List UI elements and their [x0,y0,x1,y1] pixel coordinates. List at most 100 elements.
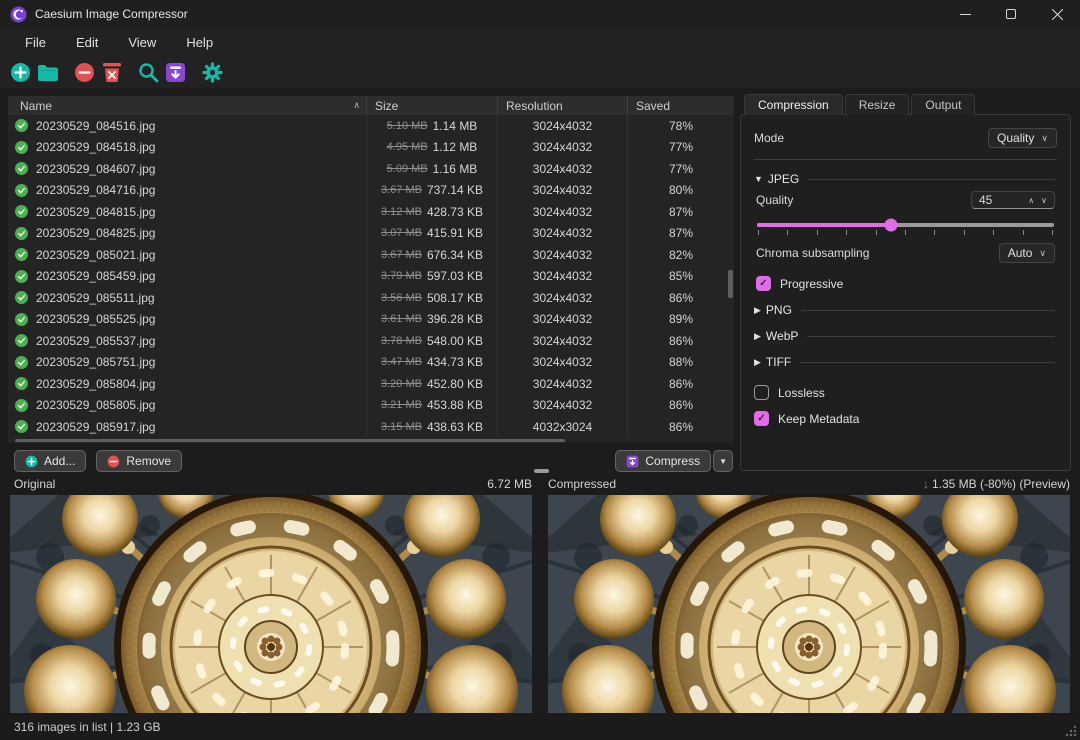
menu-file[interactable]: File [10,30,61,55]
lossless-checkbox[interactable]: ✓ [754,385,769,400]
compressed-file-size: 737.14 KB [427,183,483,197]
remove-button[interactable]: Remove [96,450,182,472]
original-file-size: 3.78 MB [381,335,422,347]
add-folder-button[interactable] [34,60,61,86]
file-saved-percent: 77% [627,158,734,180]
section-webp[interactable]: ▶ WebP [754,329,1057,343]
horizontal-scrollbar[interactable] [15,439,727,442]
settings-button[interactable] [199,60,226,86]
table-row[interactable]: 20230529_085805.jpg3.21 MB453.88 KB3024x… [8,395,734,417]
progressive-option[interactable]: ✓ Progressive [756,276,1055,291]
vertical-scrollbar-thumb[interactable] [728,270,733,298]
horizontal-scrollbar-thumb[interactable] [15,439,565,442]
table-row[interactable]: 20230529_084518.jpg4.95 MB1.12 MB3024x40… [8,137,734,159]
lossless-option[interactable]: ✓ Lossless [754,385,1057,400]
table-row[interactable]: 20230529_085511.jpg3.56 MB508.17 KB3024x… [8,287,734,309]
compressed-file-size: 415.91 KB [427,226,483,240]
table-row[interactable]: 20230529_084516.jpg5.10 MB1.14 MB3024x40… [8,115,734,137]
column-header-size[interactable]: Size [366,96,497,115]
menu-bar: File Edit View Help [0,28,1080,57]
add-files-button[interactable] [7,60,34,86]
preview-header: Original 6.72 MB Compressed ↓1.35 MB (-8… [0,477,1080,492]
menu-view[interactable]: View [113,30,171,55]
tab-compression[interactable]: Compression [744,94,843,115]
file-resolution: 3024x4032 [497,330,627,352]
table-row[interactable]: 20230529_085537.jpg3.78 MB548.00 KB3024x… [8,330,734,352]
section-tiff[interactable]: ▶ TIFF [754,355,1057,369]
progressive-checkbox[interactable]: ✓ [756,276,771,291]
close-button[interactable] [1034,0,1080,28]
section-png[interactable]: ▶ PNG [754,303,1057,317]
compressed-file-size: 452.80 KB [427,377,483,391]
tab-resize[interactable]: Resize [845,94,910,115]
keep-metadata-option[interactable]: ✓ Keep Metadata [754,411,1057,426]
minimize-button[interactable] [942,0,988,28]
table-row[interactable]: 20230529_085917.jpg3.15 MB438.63 KB4032x… [8,416,734,438]
menu-help[interactable]: Help [171,30,228,55]
spin-up-icon[interactable]: ∧ [1028,196,1034,205]
add-files-icon [10,62,31,83]
table-row[interactable]: 20230529_085525.jpg3.61 MB396.28 KB3024x… [8,309,734,331]
chevron-down-icon: ∨ [1039,248,1046,259]
quality-label: Quality [756,193,793,207]
compress-button-toolbar[interactable] [162,60,189,86]
compressed-preview[interactable] [548,495,1070,713]
compress-button-label: Compress [645,454,700,468]
app-window: Caesium Image Compressor File Edit View … [0,0,1080,740]
resize-grip-icon[interactable] [1065,725,1077,737]
original-image [10,495,532,713]
table-row[interactable]: 20230529_084607.jpg5.09 MB1.16 MB3024x40… [8,158,734,180]
table-row[interactable]: 20230529_085751.jpg3.47 MB434.73 KB3024x… [8,352,734,374]
original-preview[interactable] [10,495,532,713]
file-name: 20230529_085021.jpg [36,248,155,262]
add-button[interactable]: Add... [14,450,86,472]
preview-splitter[interactable] [534,469,549,473]
file-resolution: 3024x4032 [497,244,627,266]
column-header-name[interactable]: Name ∧ [8,96,366,115]
mode-select[interactable]: Quality ∨ [988,128,1057,148]
compress-button[interactable]: Compress [615,450,711,472]
table-row[interactable]: 20230529_084815.jpg3.12 MB428.73 KB3024x… [8,201,734,223]
menu-edit[interactable]: Edit [61,30,113,55]
remove-file-button[interactable] [71,60,98,86]
quality-spinbox[interactable]: 45 ∧ ∨ [971,191,1055,209]
table-row[interactable]: 20230529_085021.jpg3.67 MB676.34 KB3024x… [8,244,734,266]
section-jpeg[interactable]: ▼ JPEG [754,172,1057,186]
triangle-down-icon: ▼ [754,174,763,184]
compressed-file-size: 396.28 KB [427,312,483,326]
table-row[interactable]: 20230529_085804.jpg3.20 MB452.80 KB3024x… [8,373,734,395]
quality-slider[interactable] [757,223,1054,227]
maximize-button[interactable] [988,0,1034,28]
file-resolution: 3024x4032 [497,373,627,395]
table-row[interactable]: 20230529_085459.jpg3.79 MB597.03 KB3024x… [8,266,734,288]
compressed-size: ↓1.35 MB (-80%) (Preview) [923,477,1070,491]
file-resolution: 3024x4032 [497,180,627,202]
quality-value: 45 [979,193,1021,207]
spin-down-icon[interactable]: ∨ [1041,196,1047,205]
add-button-label: Add... [44,454,75,468]
clear-list-button[interactable] [98,60,125,86]
minimize-icon [960,9,971,20]
column-header-resolution[interactable]: Resolution [497,96,627,115]
preview-button[interactable] [135,60,162,86]
remove-button-label: Remove [126,454,171,468]
file-name: 20230529_085537.jpg [36,334,155,348]
chroma-select[interactable]: Auto ∨ [999,243,1055,263]
table-row[interactable]: 20230529_084716.jpg3.67 MB737.14 KB3024x… [8,180,734,202]
column-header-saved[interactable]: Saved [627,96,734,115]
webp-label: WebP [766,329,798,343]
compressed-file-size: 597.03 KB [427,269,483,283]
original-label: Original [14,477,55,491]
tab-output[interactable]: Output [911,94,975,115]
vertical-scrollbar[interactable] [728,115,733,435]
jpeg-label: JPEG [768,172,799,186]
file-resolution: 3024x4032 [497,287,627,309]
quality-slider-handle[interactable] [884,219,897,232]
add-icon [25,455,38,468]
original-size: 6.72 MB [487,477,532,491]
keep-metadata-checkbox[interactable]: ✓ [754,411,769,426]
compress-options-button[interactable]: ▼ [713,450,733,472]
table-row[interactable]: 20230529_084825.jpg3.07 MB415.91 KB3024x… [8,223,734,245]
file-saved-percent: 80% [627,180,734,202]
compressed-image [548,495,1070,713]
